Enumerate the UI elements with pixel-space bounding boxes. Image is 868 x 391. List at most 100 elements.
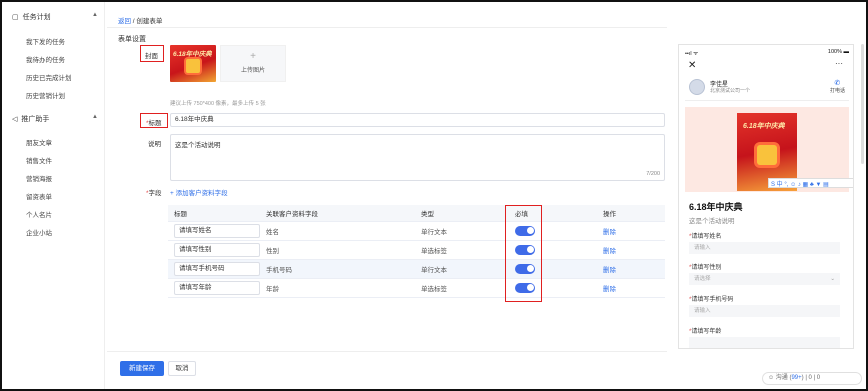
row-field: 年龄 xyxy=(260,278,415,298)
chevron-up-icon: ▲ xyxy=(92,12,98,18)
avatar xyxy=(689,79,705,95)
feedback-rest: ) | 0 | 0 xyxy=(801,375,821,381)
row-field: 姓名 xyxy=(260,221,415,241)
delete-link[interactable]: 删除 xyxy=(603,229,616,236)
sidebar-item[interactable]: 个人名片 xyxy=(26,209,52,219)
preview-input[interactable]: 请输入 xyxy=(689,242,840,254)
fields-label-text: 字段 xyxy=(148,190,162,197)
sidebar-group-label: 推广助手 xyxy=(21,116,50,123)
feedback-widget[interactable]: ☺ 沟通 (99+) | 0 | 0 xyxy=(762,372,862,385)
sidebar-item[interactable]: 企业小站 xyxy=(26,227,52,237)
battery-icon: ▬ xyxy=(843,49,850,55)
row-type: 单行文本 xyxy=(415,259,509,279)
sidebar-item[interactable]: 留资表单 xyxy=(26,191,52,201)
desc-label: 说明 xyxy=(148,141,161,148)
sidebar-item[interactable]: 我下发的任务 xyxy=(26,36,65,46)
sidebar-item[interactable]: 朋友文章 xyxy=(26,137,52,147)
section-title: 表单设置 xyxy=(118,36,146,43)
sender-company: 北京测试公司一个 xyxy=(710,88,751,94)
description-text: 这是个活动说明 xyxy=(175,142,221,149)
add-field-link[interactable]: + 添加客户资料字段 xyxy=(170,187,228,197)
preview-field-label-text: 请填写手机号码 xyxy=(691,297,734,303)
plus-icon: + xyxy=(250,51,256,62)
gift-icon xyxy=(757,145,777,165)
preview-field-label: *请填写姓名 xyxy=(689,231,721,240)
cancel-button[interactable]: 取消 xyxy=(168,361,196,376)
mobile-preview: ••ıl ᯤ 100% ▬ ✕ ··· 李佳星 北京测试公司一个 ✆ 打电话 6… xyxy=(678,44,854,349)
megaphone-icon: ◁ xyxy=(12,116,18,123)
phone-icon: ✆ xyxy=(834,80,841,87)
more-icon[interactable]: ··· xyxy=(835,59,843,68)
row-title-input[interactable]: 请填写性别 xyxy=(174,242,260,257)
char-counter: 7/200 xyxy=(646,171,660,177)
preview-select[interactable]: 请选择 ⌄ xyxy=(689,273,840,285)
table-row: 请填写手机号码 手机号码 单行文本 删除 xyxy=(168,259,665,279)
status-bar: ••ıl ᯤ 100% ▬ xyxy=(685,49,849,57)
sidebar-group-promo[interactable]: ◁ 推广助手 ▲ xyxy=(12,114,98,124)
row-type: 单选标签 xyxy=(415,278,509,298)
delete-link[interactable]: 删除 xyxy=(603,267,616,274)
feedback-label: ☺ 沟通 ( xyxy=(768,375,792,381)
feedback-count: 99+ xyxy=(791,375,802,381)
breadcrumb-current: 创建表单 xyxy=(136,18,163,25)
sidebar-item[interactable]: 我待办的任务 xyxy=(26,54,65,64)
gift-icon xyxy=(186,59,200,73)
row-field: 性别 xyxy=(260,240,415,260)
cover-image-text: 6.18年中庆典 xyxy=(173,51,212,58)
preview-field-label-text: 请填写年龄 xyxy=(691,329,722,335)
table-row: 请填写性别 性别 单选标签 删除 xyxy=(168,240,665,260)
row-title-input[interactable]: 请填写手机号码 xyxy=(174,261,260,276)
sidebar: ▢ 任务计划 ▲ 我下发的任务 我待办的任务 历史已完成计划 历史营销计划 ◁ … xyxy=(2,2,105,389)
delete-link[interactable]: 删除 xyxy=(603,286,616,293)
battery-percent: 100% xyxy=(827,49,842,55)
save-button[interactable]: 新建保存 xyxy=(120,361,164,376)
ime-toolbar[interactable]: S 中 °, ☺ ♪ ▦ ♣ ▼ ▤ xyxy=(768,178,853,188)
title-label: *标题 xyxy=(146,117,162,127)
breadcrumb: 返回 / 创建表单 xyxy=(118,15,162,25)
title-label-text: 标题 xyxy=(148,120,162,127)
call-button[interactable]: ✆ 打电话 xyxy=(830,79,845,94)
title-input[interactable]: 6.18年中庆典 xyxy=(170,113,665,127)
sidebar-item[interactable]: 销售文件 xyxy=(26,155,52,165)
cover-label: 封面 xyxy=(145,53,158,60)
calendar-icon: ▢ xyxy=(12,14,19,21)
upload-hint: 建议上传 750*400 像素，最多上传 5 张 xyxy=(170,101,266,107)
fields-label: *字段 xyxy=(146,187,162,197)
cover-image[interactable]: 6.18年中庆典 xyxy=(170,45,216,82)
poster-text: 6.18年中庆典 xyxy=(743,123,785,130)
scrollbar[interactable] xyxy=(861,44,864,164)
preview-field-label: *请填写手机号码 xyxy=(689,294,733,303)
row-type: 单行文本 xyxy=(415,221,509,241)
sidebar-item[interactable]: 历史营销计划 xyxy=(26,90,65,100)
preview-description: 这是个活动说明 xyxy=(689,218,735,225)
upload-image-button[interactable]: + 上传图片 xyxy=(220,45,286,82)
row-title-input[interactable]: 请填写姓名 xyxy=(174,223,260,238)
column-header: 类型 xyxy=(415,205,509,222)
description-textarea[interactable]: 这是个活动说明 7/200 xyxy=(170,134,665,181)
column-header: 关联客户资料字段 xyxy=(260,205,415,222)
divider xyxy=(107,27,667,28)
call-label: 打电话 xyxy=(829,88,845,94)
preview-field-label-text: 请填写性别 xyxy=(691,265,722,271)
preview-select-placeholder: 请选择 xyxy=(694,276,711,282)
chevron-up-icon: ▲ xyxy=(92,114,98,120)
preview-field-label: *请填写年龄 xyxy=(689,326,721,335)
column-header: 标题 xyxy=(168,205,260,222)
sidebar-group-task-plan[interactable]: ▢ 任务计划 ▲ xyxy=(12,12,98,22)
sidebar-item[interactable]: 营销海报 xyxy=(26,173,52,183)
preview-field-label-text: 请填写姓名 xyxy=(691,234,722,240)
preview-input[interactable]: 请输入 xyxy=(689,305,840,317)
row-title-input[interactable]: 请填写年龄 xyxy=(174,280,260,295)
delete-link[interactable]: 删除 xyxy=(603,248,616,255)
fields-table: 标题 关联客户资料字段 类型 必填 操作 请填写姓名 姓名 单行文本 删除 请填… xyxy=(168,205,665,298)
signal-icon: ••ıl ᯤ xyxy=(685,51,699,57)
sidebar-group-label: 任务计划 xyxy=(22,14,51,21)
preview-field-label: *请填写性别 xyxy=(689,262,721,271)
battery-label: 100% ▬ xyxy=(828,49,849,55)
column-header: 操作 xyxy=(597,205,665,222)
close-icon[interactable]: ✕ xyxy=(688,60,696,71)
preview-input[interactable] xyxy=(689,337,840,348)
sidebar-item[interactable]: 历史已完成计划 xyxy=(26,72,72,82)
preview-title: 6.18年中庆典 xyxy=(689,202,743,212)
back-link[interactable]: 返回 xyxy=(118,18,131,25)
